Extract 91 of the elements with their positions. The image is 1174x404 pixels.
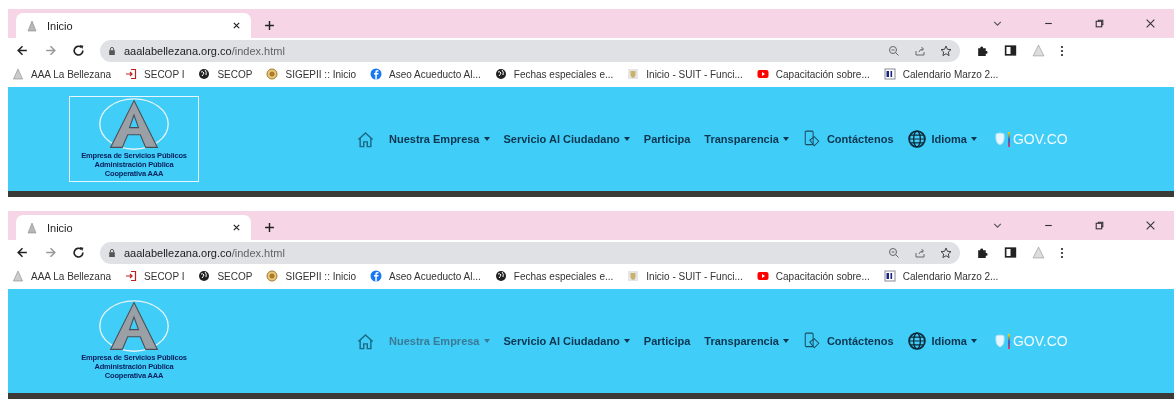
crest-icon <box>627 270 640 282</box>
close-icon[interactable] <box>1145 18 1156 29</box>
new-tab-icon[interactable] <box>264 222 275 233</box>
login-icon <box>125 270 138 282</box>
play-icon <box>756 270 769 282</box>
lock-icon <box>108 247 116 258</box>
bookmark-item[interactable]: AAA La Bellezana <box>12 270 112 282</box>
globe-icon <box>907 332 926 350</box>
close-icon[interactable] <box>232 21 241 30</box>
nav-link[interactable]: Transparencia <box>704 133 789 145</box>
seal-icon <box>266 270 279 282</box>
bookmark-item[interactable]: SECOP <box>198 68 253 80</box>
globe-icon <box>494 270 507 282</box>
bookmark-item[interactable]: Aseo Acueducto Al... <box>370 270 481 282</box>
zoom-out-icon[interactable] <box>888 44 900 57</box>
close-icon[interactable] <box>232 223 241 232</box>
forward-arrow-icon[interactable] <box>44 246 57 259</box>
home-icon[interactable] <box>356 331 375 351</box>
facebook-icon <box>370 68 383 80</box>
url-text: aaalabellezana.org.co/index.html <box>124 246 285 259</box>
site-favicon-icon <box>26 221 38 234</box>
nav-link[interactable]: Participa <box>643 335 691 347</box>
menu-icon[interactable] <box>1060 44 1064 57</box>
reload-icon[interactable] <box>72 44 85 57</box>
home-icon[interactable] <box>356 129 375 149</box>
nav-link[interactable]: Idioma <box>907 332 977 350</box>
globe-icon <box>198 68 211 80</box>
facebook-icon <box>370 270 383 282</box>
bookmark-item[interactable]: SIGEPII :: Inicio <box>266 68 357 80</box>
pyramid-icon <box>12 68 24 80</box>
share-icon[interactable] <box>914 246 926 259</box>
side-panel-icon[interactable] <box>1004 246 1017 259</box>
bookmark-item[interactable]: Calendario Marzo 2... <box>883 270 999 282</box>
address-bar[interactable]: aaalabellezana.org.co/index.html <box>100 241 960 264</box>
browser-tab[interactable]: Inicio <box>16 215 251 240</box>
back-arrow-icon[interactable] <box>16 44 29 57</box>
bookmark-item[interactable]: Fechas especiales e... <box>494 68 614 80</box>
zoom-out-icon[interactable] <box>888 246 900 259</box>
bookmark-item[interactable]: Fechas especiales e... <box>494 270 614 282</box>
bookmark-item[interactable]: Calendario Marzo 2... <box>883 68 999 80</box>
site-favicon-icon <box>26 19 38 32</box>
bookmark-item[interactable]: Inicio - SUIT - Funci... <box>627 270 743 282</box>
nav-link[interactable]: Servicio Al Ciudadano <box>503 133 630 145</box>
pyramid-icon <box>12 270 24 282</box>
bookmark-item[interactable]: SIGEPII :: Inicio <box>266 270 357 282</box>
calendar-icon <box>883 68 896 80</box>
bookmark-item[interactable]: SECOP I <box>125 270 185 282</box>
crest-icon <box>627 68 640 80</box>
star-icon[interactable] <box>940 44 952 57</box>
restore-icon[interactable] <box>1094 18 1105 29</box>
nav-link[interactable]: Transparencia <box>704 335 789 347</box>
star-icon[interactable] <box>940 246 952 259</box>
puzzle-icon[interactable] <box>976 246 989 259</box>
url-text: aaalabellezana.org.co/index.html <box>124 44 285 57</box>
nav-link[interactable]: Contáctenos <box>802 130 894 148</box>
bookmark-item[interactable]: SECOP <box>198 270 253 282</box>
address-bar[interactable]: aaalabellezana.org.co/index.html <box>100 39 960 62</box>
globe-icon <box>907 130 926 148</box>
phone-contact-icon <box>802 130 821 148</box>
puzzle-icon[interactable] <box>976 44 989 57</box>
nav-link[interactable]: Nuestra Empresa <box>389 133 490 145</box>
restore-icon[interactable] <box>1094 220 1105 231</box>
bookmark-item[interactable]: Inicio - SUIT - Funci... <box>627 68 743 80</box>
tab-title: Inicio <box>47 221 74 234</box>
globe-icon <box>494 68 507 80</box>
nav-link[interactable]: Participa <box>643 133 691 145</box>
tab-title: Inicio <box>47 19 74 32</box>
bookmark-item[interactable]: Aseo Acueducto Al... <box>370 68 481 80</box>
login-icon <box>125 68 138 80</box>
nav-link[interactable]: Idioma <box>907 130 977 148</box>
share-icon[interactable] <box>914 44 926 57</box>
bookmark-item[interactable]: SECOP I <box>125 68 185 80</box>
side-panel-icon[interactable] <box>1004 44 1017 57</box>
bookmark-item[interactable]: Capacitación sobre... <box>756 68 870 80</box>
menu-icon[interactable] <box>1060 246 1064 259</box>
back-arrow-icon[interactable] <box>16 246 29 259</box>
calendar-icon <box>883 270 896 282</box>
nav-link[interactable]: Servicio Al Ciudadano <box>503 335 630 347</box>
lock-icon <box>108 45 116 56</box>
seal-icon <box>266 68 279 80</box>
forward-arrow-icon[interactable] <box>44 44 57 57</box>
globe-icon <box>198 270 211 282</box>
bookmark-item[interactable]: Capacitación sobre... <box>756 270 870 282</box>
phone-contact-icon <box>802 332 821 350</box>
browser-tab[interactable]: Inicio <box>16 13 251 38</box>
nav-link[interactable]: Contáctenos <box>802 332 894 350</box>
reload-icon[interactable] <box>72 246 85 259</box>
close-icon[interactable] <box>1145 220 1156 231</box>
bookmark-item[interactable]: AAA La Bellezana <box>12 68 112 80</box>
new-tab-icon[interactable] <box>264 20 275 31</box>
play-icon <box>756 68 769 80</box>
